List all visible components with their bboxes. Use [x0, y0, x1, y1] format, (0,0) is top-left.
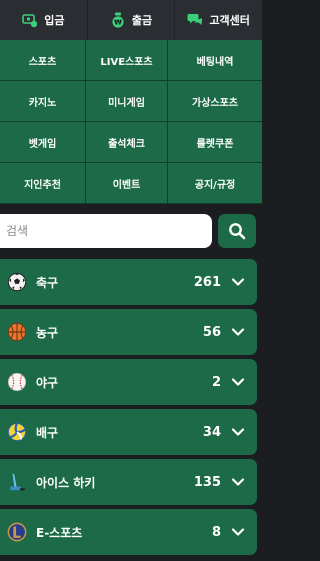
chevron-down-icon: [231, 428, 245, 436]
sport-name: 배구: [36, 425, 59, 440]
esports-icon: [6, 521, 28, 543]
withdraw-button[interactable]: ₩ 출금: [88, 0, 176, 40]
sport-count: 261: [193, 274, 221, 290]
sport-count: 34: [202, 424, 221, 440]
sport-name: 야구: [36, 375, 59, 390]
sport-count: 56: [202, 324, 221, 340]
sport-name: 농구: [36, 325, 59, 340]
sport-name: 아이스 하키: [36, 475, 96, 490]
menu-item-casino[interactable]: 카지노: [0, 81, 86, 122]
volleyball-icon: [6, 421, 28, 443]
withdraw-label: 출금: [131, 14, 153, 27]
basketball-icon: [6, 321, 28, 343]
menu-item-referral[interactable]: 지인추천: [0, 163, 86, 204]
menu-item-notice-rules[interactable]: 공지/규정: [168, 163, 262, 204]
sport-count: 2: [211, 374, 221, 390]
deposit-label: 입금: [44, 14, 65, 27]
deposit-icon: [22, 14, 38, 28]
search-button[interactable]: [218, 214, 256, 248]
sport-row-baseball[interactable]: 야구 2: [0, 359, 257, 405]
sport-row-soccer[interactable]: 축구 261: [0, 259, 257, 305]
chevron-down-icon: [231, 328, 245, 336]
support-label: 고객센터: [209, 14, 250, 27]
search-input[interactable]: [0, 214, 212, 248]
svg-text:₩: ₩: [114, 19, 122, 27]
sport-row-ice-hockey[interactable]: 아이스 하키 135: [0, 459, 257, 505]
baseball-icon: [6, 371, 28, 393]
menu-item-bet-history[interactable]: 베팅내역: [168, 40, 262, 81]
menu-item-attendance[interactable]: 출석체크: [86, 122, 168, 163]
menu-item-events[interactable]: 이벤트: [86, 163, 168, 204]
sport-count: 8: [211, 524, 221, 540]
sport-row-basketball[interactable]: 농구 56: [0, 309, 257, 355]
chat-bubble-icon: [187, 14, 203, 25]
sport-row-esports[interactable]: E-스포츠 8: [0, 509, 257, 555]
main-menu-grid: 스포츠 LIVE스포츠 베팅내역 카지노 미니게임 가상스포츠 벳게임 출석체크…: [0, 40, 262, 204]
menu-item-roulette-coupon[interactable]: 룰렛쿠폰: [168, 122, 262, 163]
chevron-down-icon: [231, 378, 245, 386]
menu-item-betgame[interactable]: 벳게임: [0, 122, 86, 163]
chevron-down-icon: [231, 528, 245, 536]
top-action-bar: 입금 ₩ 출금 고객센터: [0, 0, 262, 40]
withdraw-icon: ₩: [112, 12, 124, 28]
search-bar: [0, 212, 262, 250]
deposit-button[interactable]: 입금: [0, 0, 88, 40]
sport-name: E-스포츠: [36, 525, 83, 540]
soccer-ball-icon: [6, 271, 28, 293]
menu-item-sports[interactable]: 스포츠: [0, 40, 86, 81]
chevron-down-icon: [231, 278, 245, 286]
sport-row-volleyball[interactable]: 배구 34: [0, 409, 257, 455]
menu-item-live-sports[interactable]: LIVE스포츠: [86, 40, 168, 81]
ice-hockey-icon: [6, 471, 28, 493]
menu-item-virtual-sports[interactable]: 가상스포츠: [168, 81, 262, 122]
menu-item-minigame[interactable]: 미니게임: [86, 81, 168, 122]
sport-count: 135: [193, 474, 221, 490]
search-icon: [229, 223, 246, 240]
chevron-down-icon: [231, 478, 245, 486]
sport-name: 축구: [36, 275, 59, 290]
support-button[interactable]: 고객센터: [175, 0, 262, 40]
